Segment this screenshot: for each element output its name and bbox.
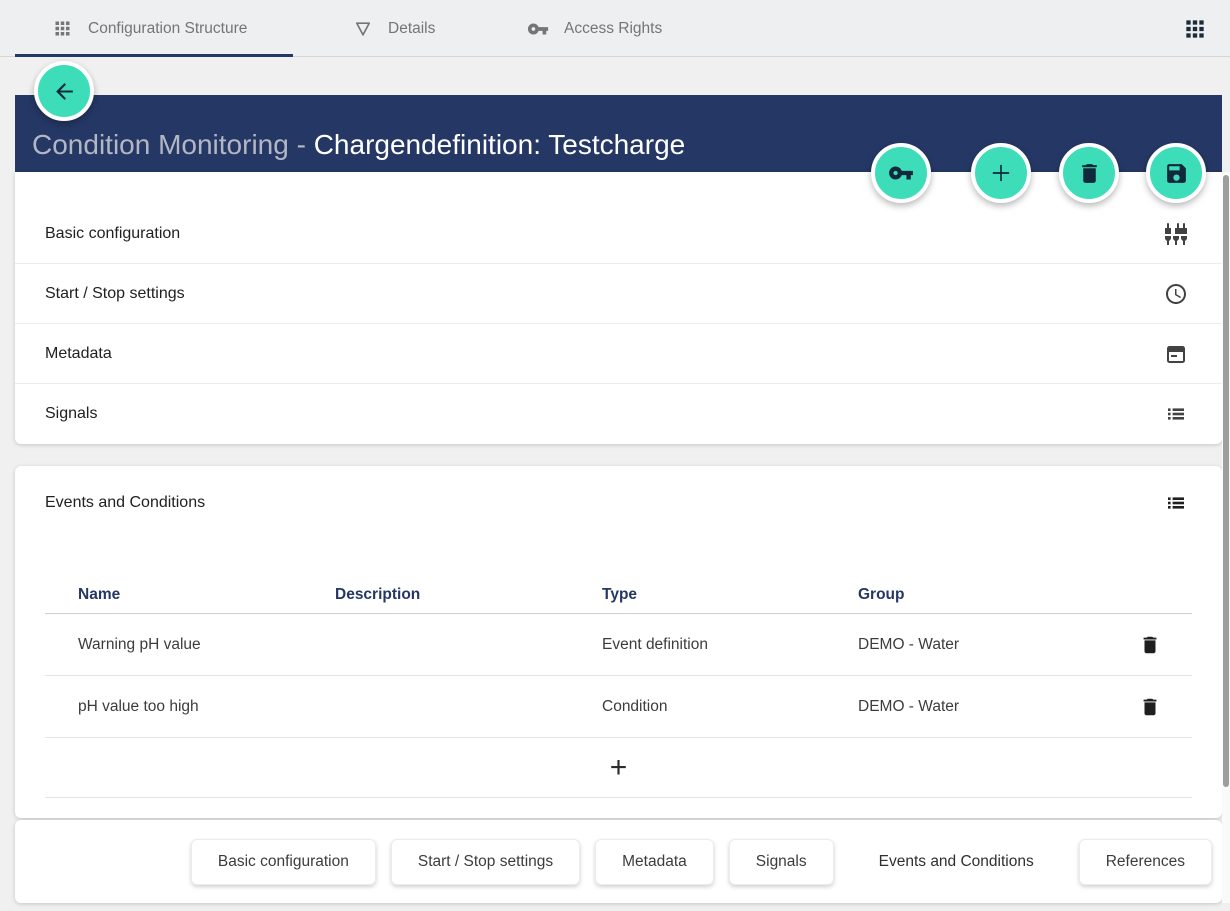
scrollbar-thumb[interactable] — [1223, 175, 1229, 787]
table-header-row: Name Description Type Group — [45, 580, 1192, 614]
delete-row-button[interactable] — [1135, 630, 1165, 660]
tab-label: Configuration Structure — [88, 20, 247, 38]
tab-label: Access Rights — [564, 20, 662, 38]
clock-icon — [1164, 282, 1188, 306]
grid-icon — [52, 18, 73, 39]
page-title: Condition Monitoring - Chargendefinition… — [32, 129, 685, 161]
nav-basic-configuration[interactable]: Basic configuration — [191, 839, 376, 885]
page-header: Condition Monitoring - Chargendefinition… — [15, 95, 1222, 172]
trash-icon — [1139, 634, 1161, 656]
key-icon — [527, 18, 549, 40]
section-label: Start / Stop settings — [45, 285, 185, 303]
table-row[interactable]: pH value too high Condition DEMO - Water — [45, 676, 1192, 738]
back-button[interactable] — [34, 61, 94, 121]
sections-card: Basic configuration Start / Stop setting… — [15, 172, 1222, 444]
sliders-icon — [1164, 222, 1188, 246]
section-signals[interactable]: Signals — [15, 384, 1222, 444]
trash-icon — [1077, 161, 1102, 186]
nav-signals[interactable]: Signals — [729, 839, 834, 885]
add-row-area: + — [45, 738, 1192, 798]
cell-type: Event definition — [602, 636, 858, 654]
column-header-group: Group — [858, 586, 1108, 604]
page-title-name: Chargendefinition: Testcharge — [314, 129, 686, 160]
funnel-icon — [353, 19, 373, 39]
save-icon — [1164, 161, 1189, 186]
section-label: Signals — [45, 405, 97, 423]
events-conditions-header: Events and Conditions — [15, 466, 1222, 540]
apps-grid-icon[interactable] — [1182, 16, 1208, 42]
save-button[interactable] — [1146, 143, 1206, 203]
cell-group: DEMO - Water — [858, 636, 1108, 654]
table-row[interactable]: Warning pH value Event definition DEMO -… — [45, 614, 1192, 676]
column-header-name: Name — [78, 586, 335, 604]
column-header-description: Description — [335, 586, 602, 604]
section-label: Metadata — [45, 345, 112, 363]
events-conditions-card: Events and Conditions Name Description T… — [15, 466, 1222, 818]
events-table: Name Description Type Group Warning pH v… — [45, 580, 1192, 798]
tab-access-rights[interactable]: Access Rights — [527, 0, 662, 57]
tab-configuration-structure[interactable]: Configuration Structure — [52, 0, 247, 57]
column-header-type: Type — [602, 586, 858, 604]
section-basic-configuration[interactable]: Basic configuration — [15, 204, 1222, 264]
section-metadata[interactable]: Metadata — [15, 324, 1222, 384]
calendar-icon — [1164, 342, 1188, 366]
add-button[interactable] — [971, 143, 1031, 203]
tab-details[interactable]: Details — [353, 0, 435, 57]
key-icon — [888, 160, 914, 186]
tab-label: Details — [388, 20, 435, 38]
nav-metadata[interactable]: Metadata — [595, 839, 714, 885]
nav-start-stop-settings[interactable]: Start / Stop settings — [391, 839, 580, 885]
cell-type: Condition — [602, 698, 858, 716]
nav-references[interactable]: References — [1079, 839, 1212, 885]
bottom-nav-bar: Basic configuration Start / Stop setting… — [15, 820, 1222, 903]
section-start-stop-settings[interactable]: Start / Stop settings — [15, 264, 1222, 324]
plus-icon — [987, 159, 1015, 187]
delete-row-button[interactable] — [1135, 692, 1165, 722]
arrow-left-icon — [52, 79, 77, 104]
cell-name: Warning pH value — [78, 636, 335, 654]
cell-group: DEMO - Water — [858, 698, 1108, 716]
list-icon[interactable] — [1164, 491, 1188, 515]
cell-name: pH value too high — [78, 698, 335, 716]
section-label: Basic configuration — [45, 225, 180, 243]
active-tab-underline — [15, 54, 293, 57]
top-tab-bar: Configuration Structure Details Access R… — [0, 0, 1230, 57]
delete-button[interactable] — [1059, 143, 1119, 203]
nav-events-and-conditions[interactable]: Events and Conditions — [849, 840, 1064, 884]
events-conditions-title: Events and Conditions — [45, 494, 205, 512]
access-rights-button[interactable] — [871, 143, 931, 203]
add-row-button[interactable]: + — [610, 753, 628, 783]
trash-icon — [1139, 696, 1161, 718]
list-icon — [1164, 402, 1188, 426]
scrollbar-track — [1222, 172, 1230, 903]
page-title-prefix: Condition Monitoring - — [32, 129, 314, 160]
